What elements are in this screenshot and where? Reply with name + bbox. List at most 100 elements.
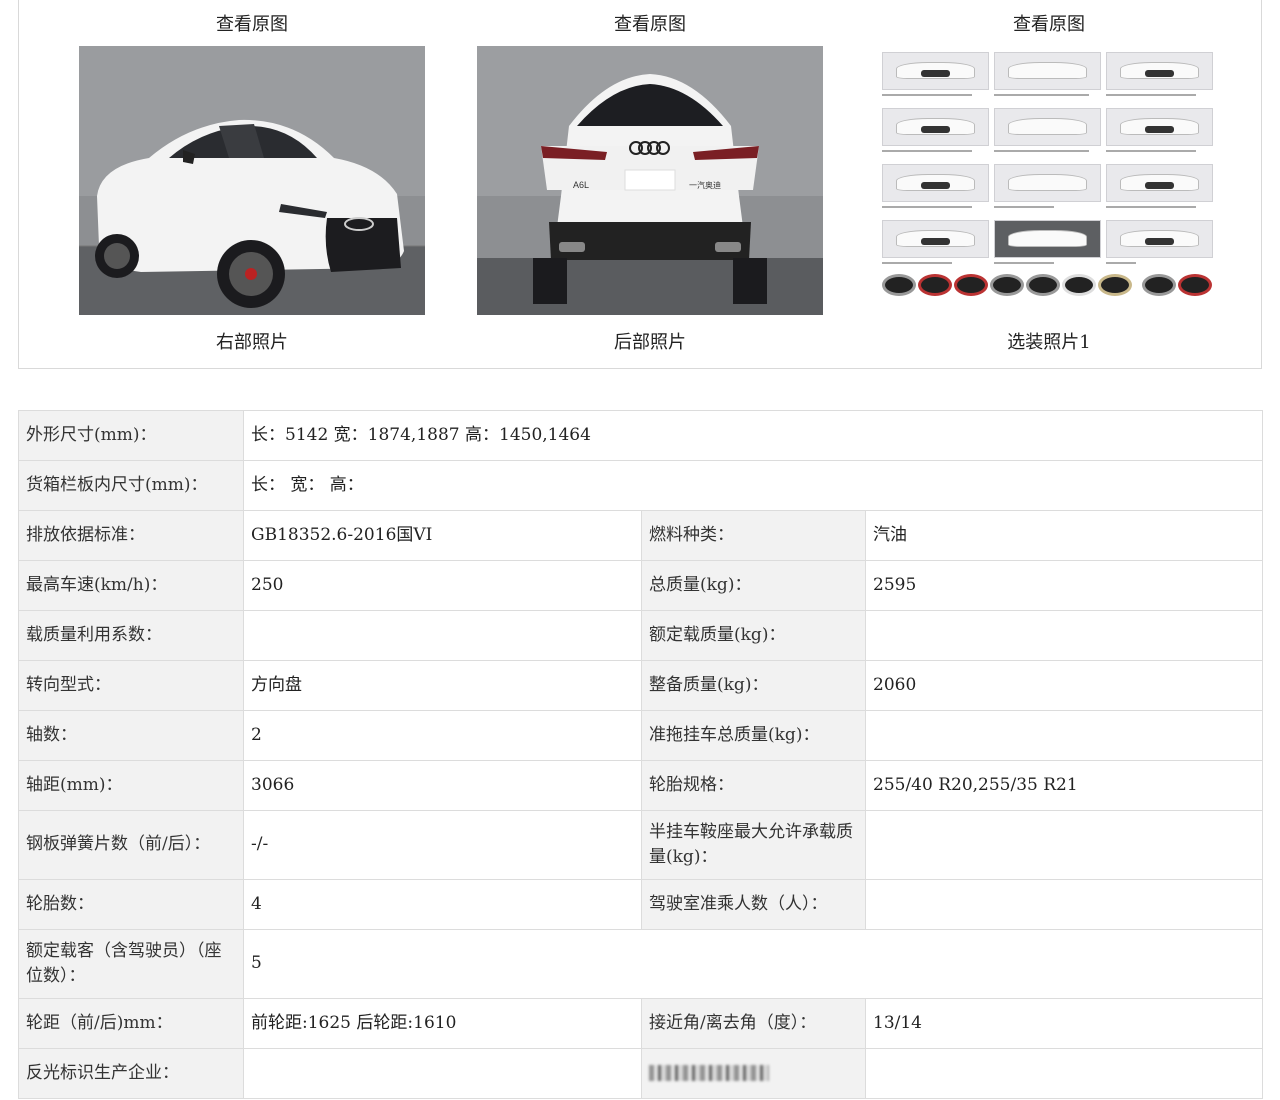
table-row: 最高车速(km/h)： 250 总质量(kg)： 2595 [18,560,1263,611]
spec-value-saddle-load [865,810,1263,880]
spec-label-load-utilization: 载质量利用系数： [18,610,244,661]
wheel-thumbnail [918,274,952,296]
spec-value-cab-occupants [865,879,1263,930]
spec-label-saddle-load: 半挂车鞍座最大允许承载质量(kg)： [641,810,866,880]
table-row: 外形尺寸(mm)： 长：5142 宽：1874,1887 高：1450,1464 [18,410,1263,461]
spec-value-reflector-maker [243,1048,642,1099]
table-row: 轴数： 2 准拖挂车总质量(kg)： [18,710,1263,761]
spec-label-tire-size: 轮胎规格： [641,760,866,811]
table-row: 轮距（前/后)mm： 前轮距:1625 后轮距:1610 接近角/离去角（度）：… [18,998,1263,1049]
spec-value-approach-departure: 13/14 [865,998,1263,1049]
spec-value-rated-passengers: 5 [243,929,1263,999]
spec-label-max-speed: 最高车速(km/h)： [18,560,244,611]
photo-caption: 后部照片 [614,332,686,353]
thumbnail-caption-text [1106,94,1196,96]
table-row: 轴距(mm)： 3066 轮胎规格： 255/40 R20,255/35 R21 [18,760,1263,811]
spec-label-axles: 轴数： [18,710,244,761]
option-thumbnail [994,52,1101,90]
option-thumbnail [1106,220,1213,258]
spec-value-axles: 2 [243,710,642,761]
option-thumbnail [882,164,989,202]
thumbnail-caption-text [882,206,972,208]
spec-label-steering: 转向型式： [18,660,244,711]
spec-value-max-speed: 250 [243,560,642,611]
wheel-thumbnail [954,274,988,296]
thumbnail-caption-text [994,150,1089,152]
spec-value-leaf-springs: -/- [243,810,642,880]
spec-label-redacted [641,1048,866,1099]
wheel-thumbnail [1062,274,1096,296]
spec-label-track-width: 轮距（前/后)mm： [18,998,244,1049]
wheel-thumbnail [1026,274,1060,296]
spec-label-tire-count: 轮胎数： [18,879,244,930]
spec-label-rated-passengers: 额定载客（含驾驶员）（座位数）： [18,929,244,999]
table-row: 钢板弹簧片数（前/后）： -/- 半挂车鞍座最大允许承载质量(kg)： [18,810,1263,880]
option-thumbnail [882,52,989,90]
spec-value-tire-size: 255/40 R20,255/35 R21 [865,760,1263,811]
spec-label-reflector-maker: 反光标识生产企业： [18,1048,244,1099]
wheel-thumbnail [1142,274,1176,296]
wheel-thumbnail [1098,274,1132,296]
spec-value-track-width: 前轮距:1625 后轮距:1610 [243,998,642,1049]
right-side-car-photo[interactable] [79,46,425,315]
spec-value-wheelbase: 3066 [243,760,642,811]
spec-value-load-utilization [243,610,642,661]
option-thumbnail [882,108,989,146]
table-row: 转向型式： 方向盘 整备质量(kg)： 2060 [18,660,1263,711]
spec-value-total-mass: 2595 [865,560,1263,611]
thumbnail-caption-text [1106,262,1136,264]
thumbnail-caption-text [1106,206,1196,208]
view-original-link[interactable]: 查看原图 [876,10,1222,36]
option-thumbnail [994,108,1101,146]
options-photo-sheet[interactable] [876,46,1222,315]
wheel-thumbnail [1178,274,1212,296]
thumbnail-caption-text [882,262,952,264]
spec-value-curb-weight: 2060 [865,660,1263,711]
thumbnail-caption-text [994,94,1089,96]
option-thumbnail [1106,52,1213,90]
spec-label-approach-departure: 接近角/离去角（度）： [641,998,866,1049]
vehicle-spec-table: 外形尺寸(mm)： 长：5142 宽：1874,1887 高：1450,1464… [18,410,1263,1099]
rear-car-photo[interactable]: A6L 一汽奥迪 [477,46,823,315]
view-original-link[interactable]: 查看原图 [79,10,425,36]
thumbnail-caption-text [994,206,1054,208]
spec-label-curb-weight: 整备质量(kg)： [641,660,866,711]
spec-value-tire-count: 4 [243,879,642,930]
view-original-link[interactable]: 查看原图 [477,10,823,36]
option-thumbnail [994,220,1101,258]
table-row: 反光标识生产企业： [18,1048,1263,1099]
table-row: 排放依据标准： GB18352.6-2016国VI 燃料种类： 汽油 [18,510,1263,561]
photo-caption: 选装照片1 [1007,332,1091,353]
photo-panel: 查看原图 右部照片 查看原图 A6L 一汽奥迪 后部照片 查看原图 选装照片1 [18,0,1262,369]
spec-value-steering: 方向盘 [243,660,642,711]
option-thumbnail [1106,108,1213,146]
option-thumbnail [994,164,1101,202]
thumbnail-caption-text [882,94,972,96]
spec-label-total-mass: 总质量(kg)： [641,560,866,611]
spec-label-rated-load: 额定载质量(kg)： [641,610,866,661]
spec-label-fuel-type: 燃料种类： [641,510,866,561]
spec-label-wheelbase: 轴距(mm)： [18,760,244,811]
spec-label-leaf-springs: 钢板弹簧片数（前/后）： [18,810,244,880]
spec-value-rated-load [865,610,1263,661]
wheel-thumbnail [990,274,1024,296]
spec-label-trailer-mass: 准拖挂车总质量(kg)： [641,710,866,761]
table-row: 货箱栏板内尺寸(mm)： 长： 宽： 高： [18,460,1263,511]
wheel-thumbnail [882,274,916,296]
spec-value-dimensions: 长：5142 宽：1874,1887 高：1450,1464 [243,410,1263,461]
table-row: 载质量利用系数： 额定载质量(kg)： [18,610,1263,661]
rear-model-badge: A6L [573,180,589,190]
spec-value-cargo-box: 长： 宽： 高： [243,460,1263,511]
spec-value-redacted [865,1048,1263,1099]
table-row: 轮胎数： 4 驾驶室准乘人数（人）： [18,879,1263,930]
rear-maker-badge: 一汽奥迪 [689,180,721,190]
spec-label-cab-occupants: 驾驶室准乘人数（人）： [641,879,866,930]
spec-label-cargo-box: 货箱栏板内尺寸(mm)： [18,460,244,511]
thumbnail-caption-text [882,150,972,152]
option-thumbnail [882,220,989,258]
redacted-text [649,1065,769,1082]
table-row: 额定载客（含驾驶员）（座位数）： 5 [18,929,1263,999]
spec-value-trailer-mass [865,710,1263,761]
spec-value-emission-standard: GB18352.6-2016国VI [243,510,642,561]
photo-caption: 右部照片 [216,332,288,353]
